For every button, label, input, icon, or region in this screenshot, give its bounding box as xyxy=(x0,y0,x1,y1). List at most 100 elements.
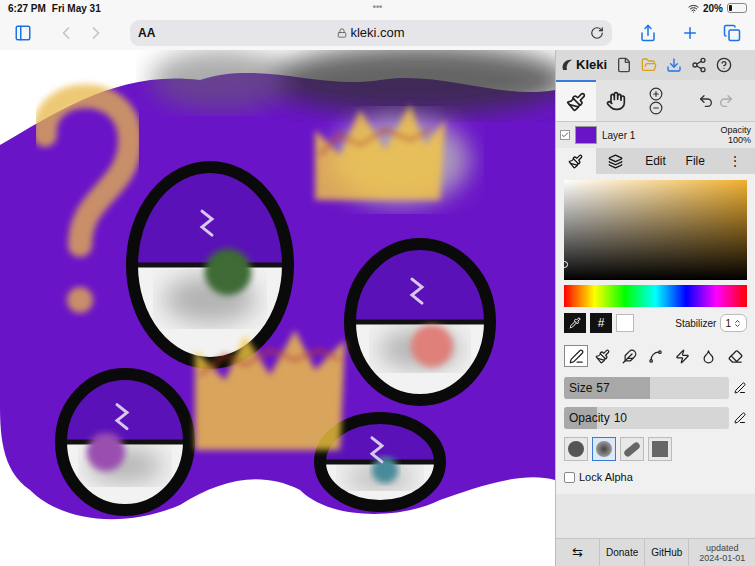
slider[interactable]: Opacity10 xyxy=(564,407,729,429)
panel-tab[interactable] xyxy=(556,148,596,174)
updated-info: updated2024-01-01 xyxy=(689,539,755,566)
pen-pressure-icon xyxy=(734,382,746,394)
color-gradient[interactable] xyxy=(564,180,747,280)
footer: ⇆DonateGitHubupdated2024-01-01 xyxy=(556,538,755,566)
panel-tab[interactable]: File xyxy=(675,148,715,174)
zoom-in-icon xyxy=(649,87,663,101)
back-icon xyxy=(56,23,76,43)
ipad-screen: 6:27 PMFri May 31•••20%AAkleki.comKlekiL… xyxy=(0,0,755,566)
slider-value: 10 xyxy=(614,409,627,427)
layer-preview[interactable]: Layer 1Opacity100% xyxy=(556,122,755,148)
lock-alpha-checkbox[interactable] xyxy=(564,472,575,483)
open-file-button[interactable] xyxy=(641,57,657,73)
curve-brush[interactable] xyxy=(644,345,668,367)
curve-icon xyxy=(648,349,663,364)
new-tab-button[interactable] xyxy=(681,24,699,42)
new-image-button[interactable] xyxy=(616,57,632,73)
updated-date: 2024-01-01 xyxy=(699,553,745,563)
color-marker[interactable] xyxy=(561,261,568,268)
forward-button[interactable] xyxy=(86,23,106,43)
circle-shape[interactable] xyxy=(564,437,588,461)
eyedropper-button[interactable] xyxy=(564,313,586,333)
tabs-icon xyxy=(723,24,741,42)
panel-tab[interactable]: ⋮ xyxy=(715,148,755,174)
brush-settings: # Stabilizer 1 Size57 Opacity10 Lock Alpha xyxy=(556,174,755,494)
share-button[interactable] xyxy=(639,24,657,42)
text-size-button[interactable]: AA xyxy=(138,24,178,42)
multitask-dots[interactable]: ••• xyxy=(373,1,382,15)
panel-tab[interactable]: Edit xyxy=(636,148,676,174)
slider-label: Size xyxy=(569,379,592,397)
blend-icon xyxy=(595,349,610,364)
brush-type-row xyxy=(564,343,747,369)
layers-icon xyxy=(608,154,623,169)
kleki-logo-icon xyxy=(560,58,574,72)
slider-value: 57 xyxy=(596,379,609,397)
back-button[interactable] xyxy=(56,23,76,43)
undo-icon xyxy=(698,93,714,109)
save-button[interactable] xyxy=(666,57,682,73)
new-image-icon xyxy=(616,57,632,73)
zoom-out-icon xyxy=(649,101,663,115)
url-text: kleki.com xyxy=(350,23,404,43)
pen-brush[interactable] xyxy=(564,345,588,367)
hex-button[interactable]: # xyxy=(590,313,612,333)
blend-brush[interactable] xyxy=(591,345,615,367)
select-chevron-icon xyxy=(733,319,742,328)
smudge-brush[interactable] xyxy=(697,345,721,367)
soft-shape[interactable] xyxy=(592,437,616,461)
stabilizer-select[interactable]: 1 xyxy=(720,314,747,332)
chalk-shape[interactable] xyxy=(620,437,644,461)
hue-bar[interactable] xyxy=(564,285,747,307)
canvas-area xyxy=(0,50,555,566)
new-tab-icon xyxy=(681,24,699,42)
stabilizer-label: Stabilizer xyxy=(675,316,716,331)
swap-button[interactable]: ⇆ xyxy=(556,539,600,566)
wifi-icon xyxy=(688,3,699,14)
github-link[interactable]: GitHub xyxy=(645,539,689,566)
kleki-logo[interactable]: Kleki xyxy=(560,55,607,75)
drawing-canvas[interactable] xyxy=(0,50,555,566)
layer-opacity-value: 100% xyxy=(728,135,751,145)
panel-tabs: EditFile⋮ xyxy=(556,148,755,174)
layer-visible-checkbox[interactable] xyxy=(560,130,570,140)
page-content: Kleki Layer 1Opacity100%EditFile⋮ # Stabili… xyxy=(0,50,755,566)
tabs-button[interactable] xyxy=(723,24,741,42)
pixel-icon xyxy=(675,349,690,364)
share-image-icon xyxy=(691,57,707,73)
reload-button[interactable] xyxy=(564,26,604,40)
sketch-brush[interactable] xyxy=(617,345,641,367)
pressure-toggle[interactable] xyxy=(733,381,747,395)
save-icon xyxy=(666,57,682,73)
lock-alpha[interactable]: Lock Alpha xyxy=(564,469,747,494)
brush-icon xyxy=(568,154,583,169)
soft-circle-icon xyxy=(596,441,612,457)
share-image-button[interactable] xyxy=(691,57,707,73)
undo-button[interactable] xyxy=(698,93,714,109)
redo-button[interactable] xyxy=(718,93,734,109)
help-button[interactable] xyxy=(716,57,732,73)
pressure-toggle[interactable] xyxy=(733,411,747,425)
panel-tab[interactable] xyxy=(596,148,636,174)
zoom-out-button[interactable] xyxy=(649,101,663,115)
eraser-brush[interactable] xyxy=(723,345,747,367)
zoom-in-button[interactable] xyxy=(649,87,663,101)
battery-percent: 20% xyxy=(703,1,723,16)
circle-icon xyxy=(568,441,584,457)
lock-icon xyxy=(337,28,347,38)
lock-alpha-label: Lock Alpha xyxy=(579,469,633,486)
hand-tool[interactable] xyxy=(596,80,636,121)
brush-tool[interactable] xyxy=(556,80,596,121)
sidebar-icon xyxy=(14,24,32,42)
pixel-brush[interactable] xyxy=(670,345,694,367)
hand-icon xyxy=(606,91,626,111)
sidebar-button[interactable] xyxy=(14,24,32,42)
reload-icon xyxy=(590,26,604,40)
square-shape[interactable] xyxy=(648,437,672,461)
donate-link[interactable]: Donate xyxy=(600,539,645,566)
slider[interactable]: Size57 xyxy=(564,377,729,399)
secondary-color[interactable] xyxy=(616,314,634,332)
logo-text: Kleki xyxy=(576,55,607,75)
eraser-icon xyxy=(728,349,743,364)
address-bar[interactable]: AA kleki.com xyxy=(130,20,612,46)
